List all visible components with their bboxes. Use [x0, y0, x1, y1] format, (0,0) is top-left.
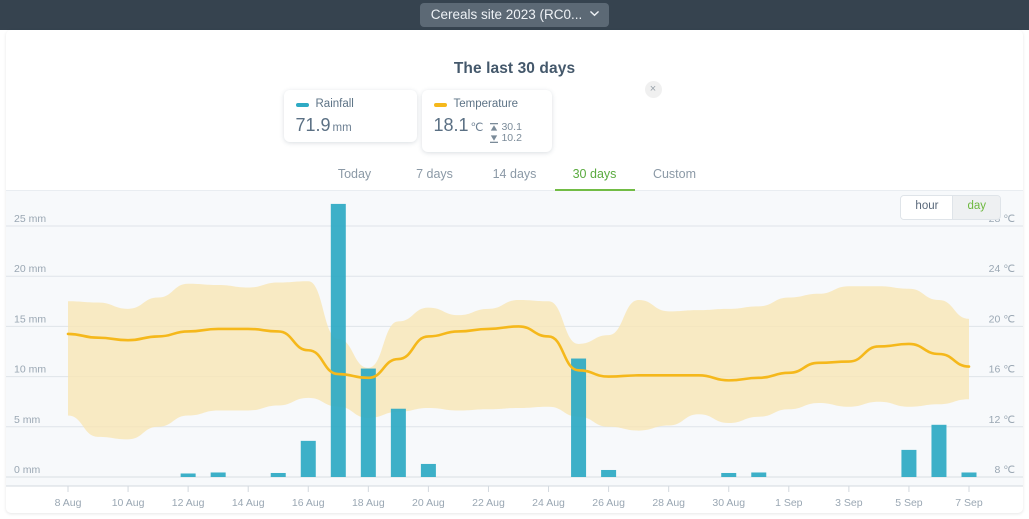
rainfall-value-row: 71.9 mm — [296, 116, 404, 134]
tab-14-days[interactable]: 14 days — [475, 162, 555, 191]
y-axis-tick-label: 15 mm — [14, 313, 46, 325]
granularity-day-button[interactable]: day — [952, 196, 1000, 219]
temperature-summary-tile[interactable]: Temperature 18.1 ℃ 30.1 10.2 — [421, 90, 552, 152]
x-axis-tick-label: 12 Aug — [172, 497, 205, 509]
min-arrow-icon — [490, 135, 499, 144]
rainfall-bar[interactable] — [390, 408, 406, 477]
temperature-range-band — [68, 281, 969, 440]
y-axis-tick-label: 5 mm — [14, 414, 41, 426]
temperature-min: 10.2 — [501, 132, 522, 145]
tab-7-days[interactable]: 7 days — [395, 162, 475, 191]
x-axis-tick-label: 18 Aug — [352, 497, 385, 509]
tab-custom[interactable]: Custom — [635, 162, 715, 191]
site-selector[interactable]: Cereals site 2023 (RC0... — [419, 2, 610, 28]
x-axis-tick-label: 22 Aug — [472, 497, 505, 509]
x-axis-tick-label: 1 Sep — [775, 497, 803, 509]
window-titlebar: Cereals site 2023 (RC0... — [0, 0, 1029, 30]
rainfall-legend: Rainfall — [295, 97, 404, 111]
y-axis-tick-label: 20 mm — [14, 263, 46, 275]
rainfall-bar[interactable] — [931, 424, 947, 477]
rainfall-value: 71.9 — [295, 115, 331, 135]
x-axis-tick-label: 28 Aug — [652, 497, 685, 509]
y2-axis-tick-label: 24 ℃ — [989, 263, 1016, 275]
x-axis-tick-label: 26 Aug — [592, 497, 625, 509]
tab-today[interactable]: Today — [315, 162, 395, 191]
page-title: The last 30 days — [453, 60, 576, 77]
y-axis-tick-label: 25 mm — [14, 213, 46, 225]
temperature-unit: ℃ — [470, 122, 484, 134]
max-arrow-icon — [490, 123, 499, 131]
weather-chart: hour day 0 mm 5 mm 10 mm 15 mm 20 mm 25 mm 8 ℃… — [6, 191, 1023, 513]
x-axis-tick-label: 16 Aug — [292, 497, 325, 509]
rainfall-bar[interactable] — [901, 449, 917, 477]
chart-svg: 0 mm 5 mm 10 mm 15 mm 20 mm 25 mm 8 ℃ 12 ℃ 16 ℃ 2… — [6, 203, 1023, 509]
rainfall-bar[interactable] — [300, 440, 316, 477]
x-axis-tick-label: 20 Aug — [412, 497, 445, 509]
x-axis-tick-label: 24 Aug — [532, 497, 565, 509]
y2-axis-tick-label: 16 ℃ — [989, 364, 1016, 376]
summary-tiles: Rainfall 71.9 mm Temperature 18.1 ℃ 30.1 — [283, 81, 662, 152]
x-axis-tick-label: 10 Aug — [112, 497, 145, 509]
x-axis-tick-label: 5 Sep — [895, 497, 923, 509]
range-tabs: Today 7 days 14 days 30 days Custom — [6, 162, 1023, 191]
rainfall-bar[interactable] — [751, 472, 767, 477]
close-icon[interactable]: × — [644, 81, 662, 98]
x-axis-tick-label: 3 Sep — [835, 497, 863, 509]
rainfall-bar[interactable] — [420, 463, 436, 477]
granularity-toggle: hour day — [900, 195, 1001, 220]
temperature-value-row: 18.1 ℃ 30.1 10.2 — [434, 116, 539, 144]
y-axis-tick-label: 0 mm — [14, 464, 41, 476]
rainfall-bar[interactable] — [180, 473, 196, 477]
x-axis-tick-label: 30 Aug — [712, 497, 745, 509]
rainfall-label: Rainfall — [315, 97, 354, 110]
rainfall-unit: mm — [332, 122, 352, 134]
x-axis-tick-label: 8 Aug — [55, 497, 82, 509]
temperature-minmax: 30.1 10.2 — [490, 121, 522, 145]
rainfall-bar[interactable] — [601, 469, 617, 477]
site-selector-label: Cereals site 2023 (RC0... — [430, 6, 583, 22]
temperature-color-swatch — [433, 102, 447, 107]
rainfall-summary-tile[interactable]: Rainfall 71.9 mm — [283, 90, 417, 142]
rainfall-bar[interactable] — [721, 472, 737, 477]
x-axis-tick-label: 14 Aug — [232, 497, 265, 509]
y2-axis-tick-label: 8 ℃ — [994, 464, 1015, 476]
y2-axis-tick-label: 12 ℃ — [989, 414, 1016, 426]
x-axis-tick-label: 7 Sep — [955, 497, 983, 509]
temperature-min-row: 10.2 — [490, 132, 522, 145]
rainfall-bar[interactable] — [330, 203, 346, 478]
chevron-down-icon — [590, 9, 600, 18]
granularity-hour-button[interactable]: hour — [901, 196, 953, 219]
rainfall-bar[interactable] — [360, 368, 376, 477]
rainfall-color-swatch — [295, 102, 309, 107]
rainfall-bar[interactable] — [961, 472, 977, 477]
rainfall-bar[interactable] — [571, 358, 587, 477]
temperature-label: Temperature — [453, 97, 519, 110]
tab-30-days[interactable]: 30 days — [554, 162, 635, 191]
y-axis-tick-label: 10 mm — [14, 364, 46, 376]
rainfall-bar[interactable] — [210, 472, 226, 477]
weather-card: The last 30 days Rainfall 71.9 mm Temper… — [6, 30, 1023, 513]
rainfall-bar[interactable] — [270, 472, 286, 477]
y2-axis-tick-label: 20 ℃ — [989, 313, 1016, 325]
temperature-legend: Temperature — [433, 97, 539, 111]
temperature-value: 18.1 — [433, 115, 469, 135]
